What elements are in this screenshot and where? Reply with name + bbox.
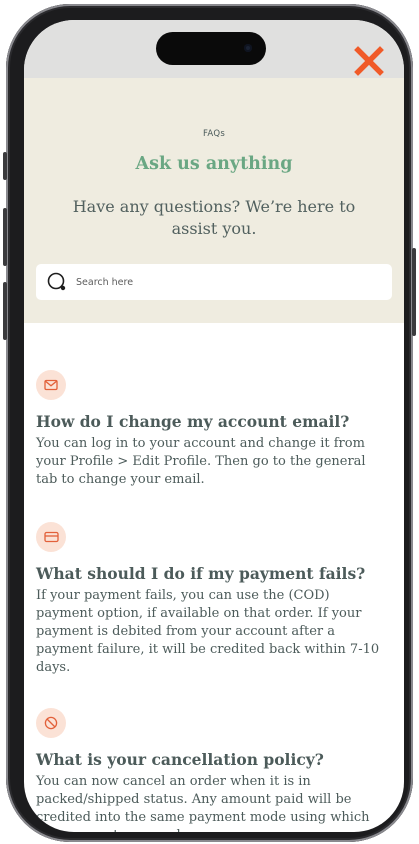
volume-down-button	[3, 282, 7, 340]
faq-icon-badge	[36, 522, 66, 552]
phone-frame: FAQs Ask us anything Have any questions?…	[3, 4, 416, 842]
faq-item: How do I change my account email? You ca…	[36, 370, 390, 489]
section-eyebrow: FAQs	[202, 129, 226, 139]
search-icon	[47, 272, 66, 291]
mute-switch	[3, 152, 7, 180]
faq-question: What is your cancellation policy?	[36, 750, 324, 769]
page-title: Ask us anything	[135, 154, 293, 174]
faq-answer: If your payment fails, you can use the (…	[36, 588, 380, 675]
dynamic-island	[156, 32, 266, 65]
faq-question: What should I do if my payment fails?	[36, 564, 366, 583]
credit-card-icon	[43, 531, 59, 543]
faq-item: What should I do if my payment fails? If…	[36, 522, 390, 677]
faq-icon-badge	[36, 370, 66, 400]
search-bar[interactable]	[36, 264, 392, 300]
close-button[interactable]	[354, 46, 384, 76]
page-subtitle: Have any questions? We’re here to assist…	[72, 197, 356, 238]
faq-hero: FAQs Ask us anything Have any questions?…	[24, 78, 404, 323]
faq-answer: You can now cancel an order when it is i…	[36, 774, 370, 832]
cancel-icon	[44, 716, 58, 730]
close-icon	[354, 46, 384, 76]
volume-up-button	[3, 208, 7, 266]
camera-icon	[244, 44, 252, 52]
search-input[interactable]	[76, 276, 392, 288]
faq-question: How do I change my account email?	[36, 412, 350, 431]
faq-answer: You can log in to your account and chang…	[36, 436, 366, 487]
power-button	[412, 248, 416, 336]
faq-item: What is your cancellation policy? You ca…	[36, 708, 390, 832]
screen: FAQs Ask us anything Have any questions?…	[24, 20, 404, 832]
status-bar	[24, 20, 404, 78]
mail-icon	[44, 379, 58, 391]
faq-icon-badge	[36, 708, 66, 738]
